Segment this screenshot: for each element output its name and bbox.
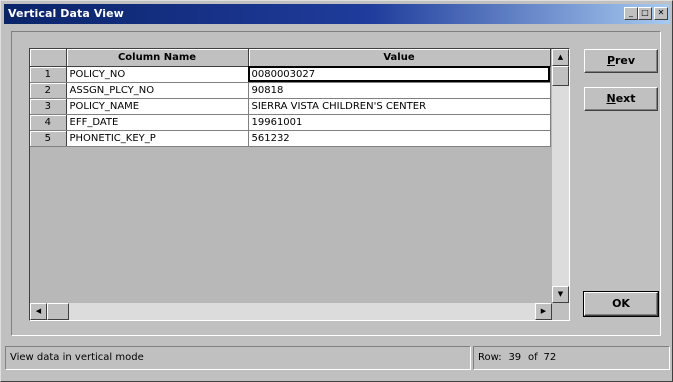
value-cell[interactable]: 19961001 [248,114,551,131]
table-row[interactable]: 1 POLICY_NO 0080003027 [30,66,551,83]
minimize-icon[interactable]: _ [624,7,638,20]
column-name-cell[interactable]: POLICY_NAME [66,98,249,115]
column-name-cell[interactable]: ASSGN_PLCY_NO [66,82,249,99]
value-cell[interactable]: 561232 [248,130,551,147]
total-rows: 72 [543,352,557,363]
row-indicator: Row: 39 of 72 [473,346,670,370]
vertical-scrollbar[interactable]: ▲ ▼ [552,49,569,303]
data-table: Column Name Value 1 POLICY_NO 0080003027… [30,49,551,147]
scrollbar-corner [552,303,569,320]
row-number-header [30,49,67,67]
scroll-right-arrow-icon[interactable]: ▶ [535,303,552,320]
table-header-row: Column Name Value [30,49,551,67]
table-row[interactable]: 4 EFF_DATE 19961001 [30,114,551,131]
prev-label: rev [615,54,636,67]
next-mnemonic: N [606,92,616,105]
column-name-cell[interactable]: PHONETIC_KEY_P [66,130,249,147]
vertical-data-grid[interactable]: Column Name Value 1 POLICY_NO 0080003027… [29,48,570,321]
row-number[interactable]: 3 [30,98,67,115]
scroll-down-arrow-icon[interactable]: ▼ [552,286,569,303]
value-cell[interactable]: 0080003027 [248,66,551,83]
table-row[interactable]: 5 PHONETIC_KEY_P 561232 [30,130,551,147]
row-number[interactable]: 4 [30,114,67,131]
close-icon[interactable]: ✕ [654,7,668,20]
row-number[interactable]: 5 [30,130,67,147]
scroll-left-arrow-icon[interactable]: ◀ [30,303,47,320]
table-row[interactable]: 2 ASSGN_PLCY_NO 90818 [30,82,551,99]
horizontal-scrollbar[interactable]: ◀ ▶ [30,303,552,320]
value-cell[interactable]: SIERRA VISTA CHILDREN'S CENTER [248,98,551,115]
of-label: of [528,352,538,363]
value-header[interactable]: Value [248,49,551,67]
maximize-icon[interactable]: □ [638,7,652,20]
vertical-data-view-window: Vertical Data View _ □ ✕ Column Name Val… [0,0,673,382]
column-name-cell[interactable]: EFF_DATE [66,114,249,131]
row-label: Row: [478,352,502,363]
ok-button[interactable]: OK [583,291,659,317]
next-button[interactable]: Next [584,87,658,111]
value-cell[interactable]: 90818 [248,82,551,99]
column-name-header[interactable]: Column Name [66,49,249,67]
row-number[interactable]: 1 [30,66,67,83]
window-title: Vertical Data View [8,7,124,20]
table-row[interactable]: 3 POLICY_NAME SIERRA VISTA CHILDREN'S CE… [30,98,551,115]
vertical-scroll-thumb[interactable] [552,66,569,86]
prev-mnemonic: P [606,54,615,67]
prev-button[interactable]: Prev [584,49,658,73]
current-row: 39 [508,352,522,363]
row-number[interactable]: 2 [30,82,67,99]
column-name-cell[interactable]: POLICY_NO [66,66,249,83]
next-label: ext [615,92,636,105]
status-message: View data in vertical mode [5,346,471,370]
scroll-up-arrow-icon[interactable]: ▲ [552,49,569,66]
horizontal-scroll-thumb[interactable] [47,303,69,320]
title-bar[interactable]: Vertical Data View _ □ ✕ [4,4,669,24]
